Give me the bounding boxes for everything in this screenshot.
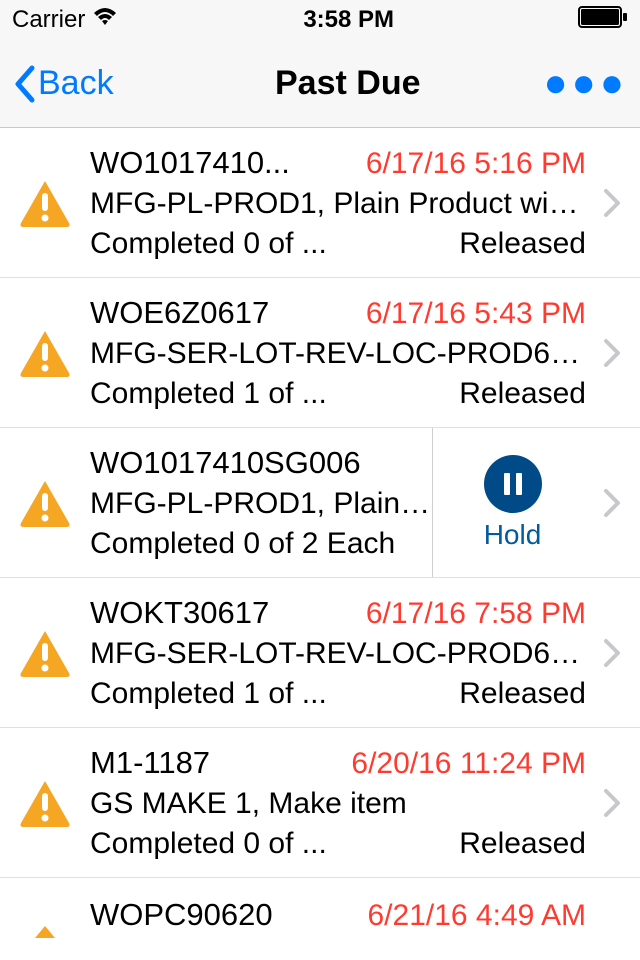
progress-label: Completed 0 of ... <box>90 827 327 861</box>
row-content: WOE6Z0617 6/17/16 5:43 PM MFG-SER-LOT-RE… <box>90 295 592 411</box>
work-order-id: WOE6Z0617 <box>90 295 269 331</box>
due-date: 6/21/16 4:49 AM <box>368 899 587 933</box>
status-label: Released <box>459 677 586 711</box>
battery-icon <box>578 6 628 35</box>
status-label: Released <box>459 377 586 411</box>
progress-label: Completed 1 of ... <box>90 677 327 711</box>
due-date: 6/17/16 5:43 PM <box>366 297 586 331</box>
product-description: MFG-PL-PROD1, Plain Product with... <box>90 187 586 221</box>
progress-label: Completed 0 of 2 Each <box>90 527 395 561</box>
due-date: 6/17/16 5:16 PM <box>366 147 586 181</box>
due-date: 6/17/16 7:58 PM <box>366 597 586 631</box>
warning-icon <box>0 179 90 227</box>
hold-action-button[interactable]: Hold <box>432 428 592 577</box>
work-order-id: WO1017410... <box>90 145 290 181</box>
work-order-id: WO1017410SG006 <box>90 445 361 481</box>
row-content: WO1017410... 6/17/16 5:16 PM MFG-PL-PROD… <box>90 145 592 261</box>
product-description: MFG-SER-LOT-REV-LOC-PROD6, P... <box>90 637 586 671</box>
hold-action-label: Hold <box>484 519 542 551</box>
wifi-icon <box>91 6 119 34</box>
status-time: 3:58 PM <box>303 6 394 34</box>
work-order-id: WOKT30617 <box>90 595 269 631</box>
more-button[interactable]: ●●● <box>544 61 628 106</box>
back-button[interactable]: Back <box>12 64 152 104</box>
list-item[interactable]: M1-1187 6/20/16 11:24 PM GS MAKE 1, Make… <box>0 728 640 878</box>
work-order-list: WO1017410... 6/17/16 5:16 PM MFG-PL-PROD… <box>0 128 640 938</box>
chevron-left-icon <box>12 64 36 104</box>
warning-icon <box>0 329 90 377</box>
list-item[interactable]: WO1017410SG006 MFG-PL-PROD1, Plain Pro..… <box>0 428 640 578</box>
row-content: WOKT30617 6/17/16 7:58 PM MFG-SER-LOT-RE… <box>90 595 592 711</box>
progress-label: Completed 1 of ... <box>90 377 327 411</box>
status-left: Carrier <box>12 6 119 34</box>
product-description: MFG-SER-LOT-REV-LOC-PROD6, P... <box>90 337 586 371</box>
warning-icon <box>0 479 90 527</box>
status-right <box>578 6 628 35</box>
pause-icon <box>484 455 542 513</box>
row-content: WOPC90620 6/21/16 4:49 AM <box>90 897 592 933</box>
progress-label: Completed 0 of ... <box>90 227 327 261</box>
carrier-label: Carrier <box>12 6 85 34</box>
warning-icon <box>0 924 90 938</box>
work-order-id: M1-1187 <box>90 745 210 781</box>
page-title: Past Due <box>152 64 544 103</box>
status-bar: Carrier 3:58 PM <box>0 0 640 40</box>
chevron-right-icon <box>592 488 632 518</box>
row-content: M1-1187 6/20/16 11:24 PM GS MAKE 1, Make… <box>90 745 592 861</box>
chevron-right-icon <box>592 638 632 668</box>
back-label: Back <box>38 64 114 103</box>
work-order-id: WOPC90620 <box>90 897 273 933</box>
product-description: GS MAKE 1, Make item <box>90 787 586 821</box>
due-date: 6/20/16 11:24 PM <box>351 747 586 781</box>
list-item[interactable]: WO1017410... 6/17/16 5:16 PM MFG-PL-PROD… <box>0 128 640 278</box>
chevron-right-icon <box>592 788 632 818</box>
warning-icon <box>0 629 90 677</box>
list-item[interactable]: WOE6Z0617 6/17/16 5:43 PM MFG-SER-LOT-RE… <box>0 278 640 428</box>
list-item[interactable]: WOKT30617 6/17/16 7:58 PM MFG-SER-LOT-RE… <box>0 578 640 728</box>
list-item[interactable]: WOPC90620 6/21/16 4:49 AM <box>0 878 640 938</box>
product-description: MFG-PL-PROD1, Plain Pro... <box>90 487 432 521</box>
status-label: Released <box>459 827 586 861</box>
chevron-right-icon <box>592 188 632 218</box>
warning-icon <box>0 779 90 827</box>
status-label: Released <box>459 227 586 261</box>
row-content: WO1017410SG006 MFG-PL-PROD1, Plain Pro..… <box>90 445 432 561</box>
nav-bar: Back Past Due ●●● <box>0 40 640 128</box>
chevron-right-icon <box>592 338 632 368</box>
